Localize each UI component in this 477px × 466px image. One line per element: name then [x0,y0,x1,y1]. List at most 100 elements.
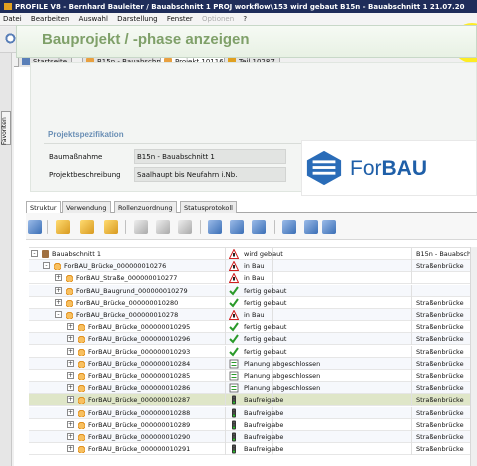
tree-item-label: ForBAU_Brücke_000000010276 [64,262,167,271]
field-projektbeschreibung[interactable]: Saalhaupt bis Neufahrn i.Nb. [134,167,286,182]
tree-row[interactable]: + ForBAU_Brücke_000000010288 Baufreigabe St… [29,406,477,419]
construction-sign-icon [229,261,239,272]
type-text: Straßenbrücke [416,323,464,332]
tab-verwendung[interactable]: Verwendung [62,201,111,213]
tree-item-label: ForBAU_Brücke_000000010288 [88,408,191,417]
expand-toggle[interactable]: + [67,372,74,379]
tree-row[interactable]: - ForBAU_Brücke_000000010278 in Bau Straßen… [29,309,477,321]
expand-toggle[interactable]: + [67,335,74,343]
unlink-icon[interactable] [156,220,170,234]
filter-remove-icon[interactable] [230,220,244,234]
menu-datei[interactable]: Datei [3,15,22,23]
column-divider [411,260,412,273]
tree-item-label: ForBAU_Baugrund_000000010279 [76,286,188,295]
expand-toggle[interactable]: + [67,408,74,416]
structure-tree: - Bauabschnitt 1 wird gebaut B15n - Bauabsc… [29,247,477,466]
add-child-icon[interactable] [80,220,94,234]
collapse-toggle[interactable]: - [55,311,62,318]
tab-statusprotokoll[interactable]: Statusprotokoll [180,201,237,213]
tree-item-label: ForBAU_Brücke_000000010290 [88,433,191,441]
filter-icon[interactable] [208,220,222,234]
menu-optionen: Optionen [202,15,235,23]
tree-row[interactable]: + ForBAU_Brücke_000000010295 fertig gebaut… [29,321,477,334]
column-divider [411,418,412,431]
tab-struktur[interactable]: Struktur [26,201,61,213]
expand-toggle[interactable]: + [67,433,74,440]
move-up-icon[interactable] [282,220,296,234]
menu-fenster[interactable]: Fenster [167,15,193,23]
construction-sign-icon [229,249,239,259]
structure-toolbar [26,213,477,240]
menu-darstellung[interactable]: Darstellung [117,15,157,23]
window-title: PROFILE V8 - Bernhard Bauleiter / Bauabs… [15,3,465,11]
menu-auswahl[interactable]: Auswahl [79,15,108,23]
column-divider [411,406,412,419]
construction-sign-icon [229,273,239,284]
component-icon [78,433,85,441]
component-icon [78,445,85,454]
tree-item-label: ForBAU_Brücke_000000010291 [88,445,191,454]
expand-toggle[interactable]: + [55,274,62,282]
tree-row[interactable]: + ForBAU_Baugrund_000000010279 fertig geba… [29,284,477,297]
tab-rollenzuordnung[interactable]: Rollenzuordnung [114,201,177,213]
field-baumassnahme[interactable]: B15n - Bauabschnitt 1 [134,149,286,164]
expand-toggle[interactable]: + [67,384,74,392]
toolbar-separator [125,220,126,234]
tree-row[interactable]: + ForBAU_Brücke_000000010289 Baufreigabe St… [29,418,477,431]
type-text: Straßenbrücke [416,420,464,429]
forbau-logo: ForBAU [301,140,477,196]
component-icon [78,384,85,393]
favorites-sidebar[interactable]: Favoriten [0,53,12,466]
tree-row[interactable]: - ForBAU_Brücke_000000010276 in Bau Straßen… [29,260,477,273]
tree-row[interactable]: + ForBAU_Brücke_000000010290 Baufreigabe St… [29,431,477,443]
expand-toggle[interactable]: + [67,396,74,404]
tree-row[interactable]: + ForBAU_Straße_000000010277 in Bau [29,272,477,285]
traffic-light-icon [232,395,236,405]
tree-row[interactable]: - Bauabschnitt 1 wird gebaut B15n - Bauabsc… [29,248,477,260]
expand-toggle[interactable]: + [67,359,74,367]
status-text: Planung abgeschlossen [244,384,321,393]
tree-row[interactable]: + ForBAU_Brücke_000000010280 fertig gebaut… [29,296,477,309]
status-text: Baufreigabe [244,396,284,405]
add-node-icon[interactable] [56,220,70,234]
type-text: Straßenbrücke [416,433,464,441]
tree-item-label: ForBAU_Brücke_000000010286 [88,384,191,393]
planning-icon [229,359,239,369]
expand-toggle[interactable]: + [55,298,62,306]
tree-row[interactable]: + ForBAU_Brücke_000000010287 Baufreigabe St… [29,394,477,407]
tree-row[interactable]: + ForBAU_Brücke_000000010296 fertig gebaut… [29,333,477,346]
tree-row[interactable]: + ForBAU_Brücke_000000010284 Planung abges… [29,357,477,370]
filter-edit-icon[interactable] [252,220,266,234]
expand-toggle[interactable]: + [67,445,74,453]
menu-bearbeiten[interactable]: Bearbeiten [31,15,69,23]
status-text: fertig gebaut [244,335,287,344]
vertical-scrollbar[interactable] [470,247,477,466]
edit-node-icon[interactable] [104,220,118,234]
collapse-toggle[interactable]: - [43,262,50,270]
expand-toggle[interactable]: + [67,347,74,355]
tree-row[interactable]: + ForBAU_Brücke_000000010293 fertig gebaut… [29,345,477,358]
page-title: Bauprojekt / -phase anzeigen [42,31,250,48]
planning-icon [229,383,239,393]
collapse-toggle[interactable]: - [31,250,38,257]
column-divider [411,309,412,321]
expand-toggle[interactable]: + [67,323,74,331]
expand-toggle[interactable]: + [55,286,62,294]
relink-icon[interactable] [178,220,192,234]
tree-row[interactable]: + ForBAU_Brücke_000000010286 Planung abges… [29,382,477,395]
expand-toggle[interactable]: + [67,420,74,428]
tree-item-label: ForBAU_Brücke_000000010293 [88,347,191,356]
tree-row[interactable]: + ForBAU_Brücke_000000010285 Planung abges… [29,370,477,382]
link-icon[interactable] [134,220,148,234]
tree-item-label: ForBAU_Brücke_000000010289 [88,420,191,429]
tree-row[interactable]: + ForBAU_Brücke_000000010291 Baufreigabe St… [29,443,477,456]
menu-help[interactable]: ? [243,15,247,23]
expand-icon[interactable] [28,220,42,234]
sync-icon[interactable] [322,220,336,234]
traffic-light-icon [232,408,236,418]
move-down-icon[interactable] [304,220,318,234]
status-text: fertig gebaut [244,323,287,332]
component-icon [78,347,85,356]
field-label-baumassnahme: Baumaßnahme [49,153,103,161]
detail-tabs: Struktur Verwendung Rollenzuordnung Stat… [26,201,477,213]
